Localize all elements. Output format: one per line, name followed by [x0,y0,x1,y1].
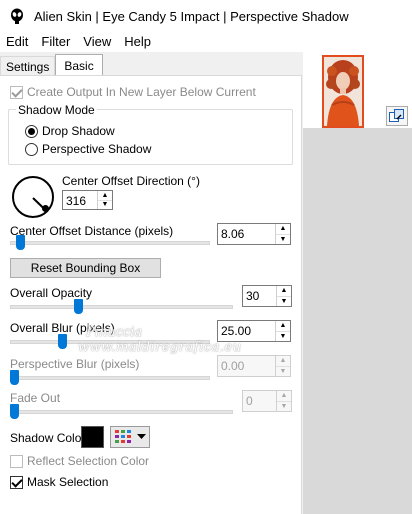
center-offset-direction-label: Center Offset Direction (°) [62,174,200,188]
overall-opacity-slider-thumb[interactable] [74,299,84,314]
basic-panel: Create Output In New Layer Below Current… [0,75,302,514]
spin-up-icon[interactable]: ▲ [98,191,112,200]
color-grid-icon [115,430,131,443]
alien-skin-icon [9,8,25,24]
direction-dial[interactable] [12,176,54,218]
watermark-name: Pinuccia [86,325,143,340]
center-offset-distance-value[interactable]: 8.06 [218,224,275,244]
reflect-selection-color-row: Reflect Selection Color [10,454,149,468]
reset-bounding-box-button[interactable]: Reset Bounding Box [10,258,161,278]
overall-opacity-spinbox[interactable]: 30 ▲ ▼ [242,285,292,307]
spin-down-icon[interactable]: ▼ [98,199,112,210]
spin-up-icon[interactable]: ▲ [277,391,291,401]
fade-out-track[interactable] [10,410,233,414]
watermark-url: www.maldiregrafica.eu [78,340,242,355]
reflect-selection-color-label: Reflect Selection Color [27,454,150,468]
shadow-color-swatch[interactable] [81,426,104,448]
fade-out-spinbox[interactable]: 0 ▲ ▼ [242,390,292,412]
mask-selection-label: Mask Selection [27,475,109,489]
perspective-blur-spinbox[interactable]: 0.00 ▲ ▼ [217,355,291,377]
fade-out-slider-thumb[interactable] [10,404,19,419]
perspective-blur-label: Perspective Blur (pixels) [10,357,140,371]
tab-strip: Settings Basic [0,54,103,76]
reflect-selection-color-checkbox[interactable] [10,454,23,468]
preview-thumbnail[interactable] [322,55,364,128]
spin-down-icon[interactable]: ▼ [276,330,290,342]
overall-opacity-value[interactable]: 30 [243,286,276,306]
perspective-shadow-label: Perspective Shadow [42,142,152,156]
center-offset-distance-label: Center Offset Distance (pixels) [10,224,174,238]
title-bar: Alien Skin | Eye Candy 5 Impact | Perspe… [0,0,412,32]
tab-basic[interactable]: Basic [55,54,103,76]
spin-down-icon[interactable]: ▼ [277,400,291,412]
direction-dial-knob[interactable] [41,205,49,213]
create-output-checkbox[interactable] [10,85,23,99]
menu-bar: Edit Filter View Help [0,32,412,52]
spin-up-icon[interactable]: ▲ [277,286,291,296]
spin-up-icon[interactable]: ▲ [276,321,290,331]
spin-up-icon[interactable]: ▲ [276,356,290,366]
spin-up-icon[interactable]: ▲ [276,224,290,234]
menu-filter[interactable]: Filter [35,32,77,52]
menu-help[interactable]: Help [118,32,158,52]
center-offset-distance-spinbox[interactable]: 8.06 ▲ ▼ [217,223,291,245]
color-picker-button[interactable] [110,426,150,448]
perspective-blur-track[interactable] [10,376,210,380]
spin-down-icon[interactable]: ▼ [276,233,290,245]
drop-shadow-option[interactable]: Drop Shadow [25,124,115,138]
center-offset-distance-slider-thumb[interactable] [15,235,25,250]
fade-out-label: Fade Out [10,391,61,405]
overall-opacity-track[interactable] [10,305,233,309]
mask-selection-checkbox[interactable] [10,475,23,489]
spin-down-icon[interactable]: ▼ [277,295,291,307]
create-output-row: Create Output In New Layer Below Current [10,85,256,99]
perspective-blur-slider-thumb[interactable] [10,370,19,385]
window-title: Alien Skin | Eye Candy 5 Impact | Perspe… [34,8,349,24]
tab-settings[interactable]: Settings [0,56,56,76]
perspective-shadow-radio[interactable] [25,142,38,156]
menu-view[interactable]: View [77,32,118,52]
shadow-color-label: Shadow Color [10,431,86,445]
preview-toggle-icon [389,109,404,122]
preview-toggle-button[interactable] [386,106,408,126]
shadow-mode-legend: Shadow Mode [16,103,97,117]
perspective-shadow-option[interactable]: Perspective Shadow [25,142,151,156]
overall-opacity-label: Overall Opacity [10,286,93,300]
navigator-strip [303,52,412,128]
fade-out-value[interactable]: 0 [243,391,276,411]
drop-shadow-radio[interactable] [25,124,38,138]
chevron-down-icon [137,434,146,439]
overall-blur-spinbox[interactable]: 25.00 ▲ ▼ [217,320,291,342]
spin-down-icon[interactable]: ▼ [276,365,290,377]
mask-selection-row: Mask Selection [10,475,108,489]
overall-blur-slider-thumb[interactable] [57,334,67,349]
drop-shadow-label: Drop Shadow [42,124,115,138]
preview-area[interactable] [303,52,412,514]
menu-edit[interactable]: Edit [0,32,35,52]
create-output-label: Create Output In New Layer Below Current [27,85,256,99]
center-offset-distance-track[interactable] [10,241,210,245]
overall-blur-value[interactable]: 25.00 [218,321,275,341]
center-offset-direction-spinbox[interactable]: 316 ▲ ▼ [62,190,113,210]
center-offset-direction-value[interactable]: 316 [63,191,97,209]
perspective-blur-value[interactable]: 0.00 [218,356,275,376]
woman-portrait-thumbnail [324,57,362,126]
